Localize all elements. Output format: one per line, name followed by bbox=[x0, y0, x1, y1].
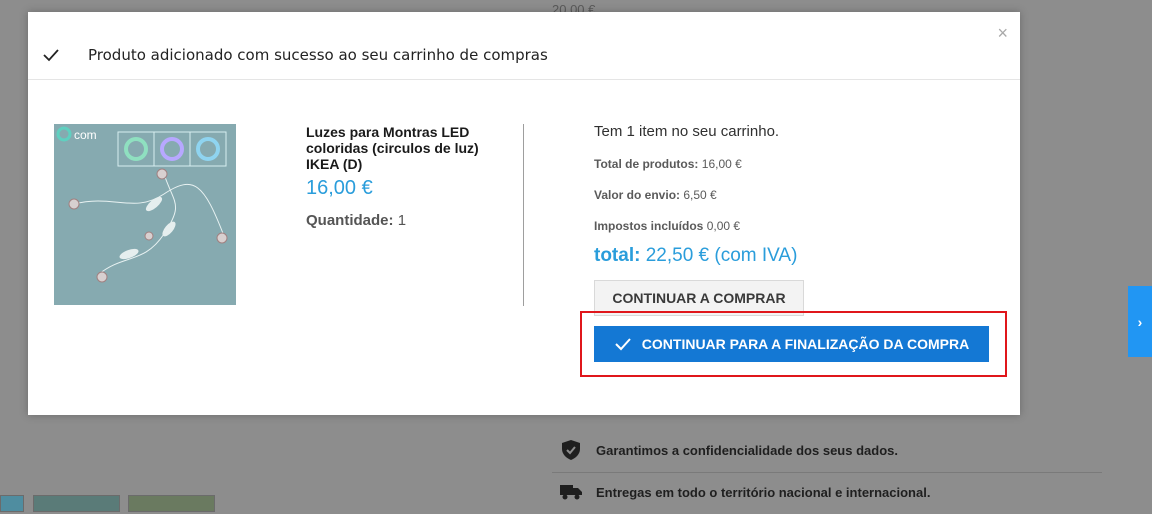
cart-count: Tem 1 item no seu carrinho. bbox=[594, 123, 780, 140]
check-icon bbox=[42, 46, 60, 64]
product-quantity: Quantidade: 1 bbox=[306, 212, 406, 229]
taxes-line: Impostos incluídos 0,00 € bbox=[594, 219, 740, 233]
cart-total: total: 22,50 € (com IVA) bbox=[594, 245, 797, 267]
chevron-right-icon: › bbox=[1137, 313, 1143, 330]
subtotal-value: 16,00 € bbox=[701, 157, 742, 171]
reassurance-privacy-text: Garantimos a confidencialidade dos seus … bbox=[596, 442, 898, 458]
reassurance-delivery: Entregas em todo o território nacional e… bbox=[552, 470, 1102, 514]
modal-title: Produto adicionado com sucesso ao seu ca… bbox=[88, 46, 548, 64]
checkout-check-icon bbox=[615, 338, 631, 351]
proceed-to-checkout-button[interactable]: CONTINUAR PARA A FINALIZAÇÃO DA COMPRA bbox=[594, 326, 989, 362]
taxes-value: 0,00 € bbox=[706, 219, 741, 233]
quantity-value: 1 bbox=[397, 212, 407, 229]
side-tab-button[interactable]: › bbox=[1128, 286, 1152, 357]
taxes-label: Impostos incluídos bbox=[594, 219, 704, 233]
modal-header: Produto adicionado com sucesso ao seu ca… bbox=[28, 12, 1020, 80]
total-label: total: bbox=[594, 245, 641, 266]
thumbnail-2[interactable] bbox=[33, 495, 120, 512]
shield-check-icon bbox=[560, 439, 582, 461]
subtotal-label: Total de produtos: bbox=[594, 157, 699, 171]
product-name: Luzes para Montras LED coloridas (circul… bbox=[306, 124, 479, 172]
reassurance-delivery-text: Entregas em todo o território nacional e… bbox=[596, 484, 931, 500]
shipping-value: 6,50 € bbox=[683, 188, 717, 202]
truck-icon bbox=[560, 481, 582, 503]
continue-shopping-button[interactable]: CONTINUAR A COMPRAR bbox=[594, 280, 804, 316]
product-image-logo-text: com bbox=[74, 128, 97, 142]
shipping-label: Valor do envio: bbox=[594, 188, 681, 202]
checkout-label: CONTINUAR PARA A FINALIZAÇÃO DA COMPRA bbox=[641, 336, 970, 352]
product-image: com bbox=[54, 124, 236, 305]
product-price: 16,00 € bbox=[306, 177, 373, 199]
vertical-divider bbox=[523, 124, 524, 306]
add-to-cart-modal: Produto adicionado com sucesso ao seu ca… bbox=[28, 12, 1020, 415]
quantity-label: Quantidade: bbox=[306, 212, 394, 229]
total-value: 22,50 € (com IVA) bbox=[645, 245, 798, 266]
close-icon[interactable]: × bbox=[997, 24, 1008, 42]
reassurance-privacy: Garantimos a confidencialidade dos seus … bbox=[552, 428, 1102, 473]
thumbnail-1[interactable] bbox=[0, 495, 24, 512]
subtotal-line: Total de produtos: 16,00 € bbox=[594, 157, 742, 171]
thumbnail-3[interactable] bbox=[128, 495, 215, 512]
shipping-line: Valor do envio: 6,50 € bbox=[594, 188, 717, 202]
